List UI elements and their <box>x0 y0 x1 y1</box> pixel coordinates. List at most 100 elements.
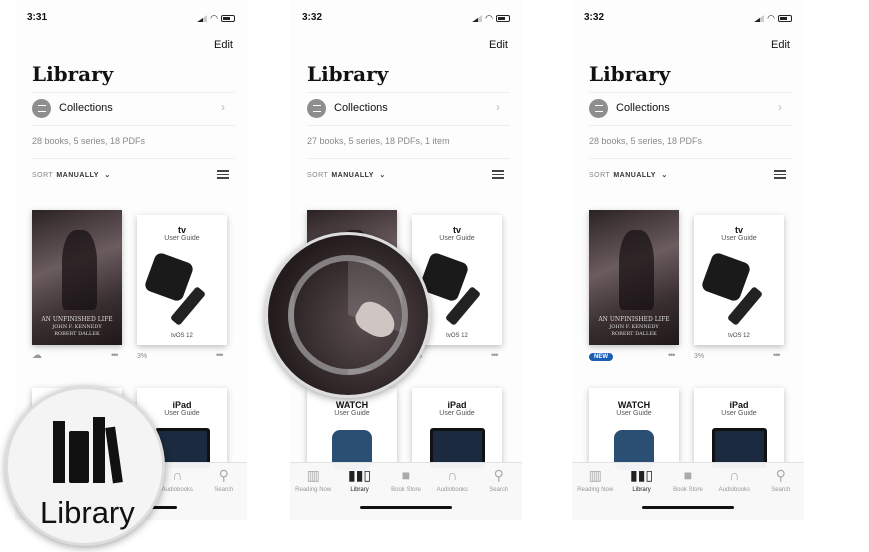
sort-control[interactable]: SORT MANUALLY ⌄ <box>589 171 668 179</box>
status-time: 3:32 <box>302 12 323 23</box>
divider <box>32 92 235 93</box>
book-brand: tv <box>452 225 461 235</box>
collections-row[interactable]: Collections <box>59 102 113 114</box>
book-brand: iPad <box>447 400 467 410</box>
book-more-button[interactable]: ••• <box>111 350 119 360</box>
sort-label: SORT <box>589 172 611 179</box>
magnifier-library-tab: Library <box>5 386 165 546</box>
battery-icon <box>496 15 510 22</box>
tab-bar: ▥ Reading Now ▮▮▯ Library ■ Book Store ∩ Aud… <box>572 462 804 520</box>
new-badge: NEW <box>589 353 613 361</box>
reading-progress: 3% <box>137 353 148 360</box>
tab-reading-now[interactable]: ▥ Reading Now <box>290 467 336 520</box>
tab-search[interactable]: ⚲ Search <box>201 467 247 520</box>
signal-icon <box>472 15 483 22</box>
book-title: User Guide <box>164 235 200 242</box>
headphones-icon: ∩ <box>447 467 458 483</box>
status-icons: ◠ <box>472 13 510 24</box>
book-brand: tv <box>734 225 743 235</box>
library-icon: ▮▮▯ <box>630 467 654 483</box>
tab-library[interactable]: ▮▮▯ Library <box>619 467 665 520</box>
tab-audiobooks[interactable]: ∩ Audiobooks <box>429 467 475 520</box>
edit-button[interactable]: Edit <box>489 39 508 51</box>
tab-label: Audiobooks <box>161 487 194 493</box>
sort-control[interactable]: SORT MANUALLY ⌄ <box>32 171 111 179</box>
tab-library[interactable]: ▮▮▯ Library <box>337 467 383 520</box>
edit-button[interactable]: Edit <box>771 39 790 51</box>
book-title: User Guide <box>616 410 652 417</box>
tab-label: Audiobooks <box>436 487 469 493</box>
phone-screen: 3:32 ◠ Edit Library Collections › 28 boo… <box>572 0 804 520</box>
tab-bar: ▥ Reading Now ▮▮▯ Library ■ Book Store ∩ Aud… <box>290 462 522 520</box>
wifi-icon: ◠ <box>485 13 493 23</box>
sort-value: MANUALLY <box>613 172 656 179</box>
collections-icon <box>589 99 608 118</box>
reading-progress: 3% <box>694 353 705 360</box>
wifi-icon: ◠ <box>767 13 775 23</box>
bag-icon: ■ <box>683 467 693 483</box>
book-subtitle: JOHN F. KENNEDY <box>609 324 659 330</box>
magnifier-label: Library <box>40 495 135 530</box>
tab-label: Search <box>489 487 509 493</box>
sort-label: SORT <box>32 172 54 179</box>
divider <box>307 92 510 93</box>
divider <box>589 158 792 159</box>
list-view-icon[interactable] <box>492 170 504 179</box>
book-brand: WATCH <box>335 400 369 410</box>
chevron-right-icon: › <box>778 100 782 114</box>
book-title: AN UNFINISHED LIFE <box>598 316 670 323</box>
sort-value: MANUALLY <box>331 172 374 179</box>
book-version: tvOS 12 <box>728 333 750 339</box>
book-title: User Guide <box>721 410 757 417</box>
book-more-button[interactable]: ••• <box>491 350 499 360</box>
home-indicator <box>642 506 734 509</box>
library-count: 27 books, 5 series, 18 PDFs, 1 item <box>307 136 450 146</box>
collections-icon <box>32 99 51 118</box>
status-time: 3:31 <box>27 12 48 23</box>
tab-book-store[interactable]: ■ Book Store <box>665 467 711 520</box>
book-brand: iPad <box>729 400 749 410</box>
tab-label: Search <box>214 487 234 493</box>
library-count: 28 books, 5 series, 18 PDFs <box>32 136 146 146</box>
status-icons: ◠ <box>197 13 235 24</box>
tab-label: Book Store <box>673 487 703 493</box>
book-apple-tv-user-guide[interactable]: tv User Guide tvOS 12 <box>694 215 784 345</box>
tab-label: Reading Now <box>577 487 614 493</box>
list-view-icon[interactable] <box>774 170 786 179</box>
tab-book-store[interactable]: ■ Book Store <box>383 467 429 520</box>
tab-search[interactable]: ⚲ Search <box>476 467 522 520</box>
book-more-button[interactable]: ••• <box>773 350 781 360</box>
book-apple-tv-user-guide[interactable]: tv User Guide tvOS 12 <box>137 215 227 345</box>
page-title: Library <box>589 62 671 86</box>
list-view-icon[interactable] <box>217 170 229 179</box>
tab-audiobooks[interactable]: ∩ Audiobooks <box>711 467 757 520</box>
edit-button[interactable]: Edit <box>214 39 233 51</box>
tab-label: Book Store <box>391 487 421 493</box>
book-open-icon: ▥ <box>588 467 602 483</box>
magnifier-download-progress <box>265 232 431 398</box>
tab-search[interactable]: ⚲ Search <box>758 467 804 520</box>
book-author: ROBERT DALLEK <box>54 331 100 337</box>
battery-icon <box>778 15 792 22</box>
book-an-unfinished-life[interactable]: AN UNFINISHED LIFEJOHN F. KENNEDYROBERT … <box>589 210 679 345</box>
book-title: User Guide <box>334 410 370 417</box>
chevron-right-icon: › <box>496 100 500 114</box>
search-icon: ⚲ <box>218 467 229 483</box>
tab-reading-now[interactable]: ▥ Reading Now <box>572 467 618 520</box>
library-icon <box>53 417 123 484</box>
book-title: AN UNFINISHED LIFE <box>41 316 113 323</box>
book-more-button[interactable]: ••• <box>216 350 224 360</box>
book-subtitle: JOHN F. KENNEDY <box>52 324 102 330</box>
book-open-icon: ▥ <box>306 467 320 483</box>
collections-row[interactable]: Collections <box>334 102 388 114</box>
book-more-button[interactable]: ••• <box>668 350 676 360</box>
book-brand: iPad <box>172 400 192 410</box>
book-an-unfinished-life[interactable]: AN UNFINISHED LIFEJOHN F. KENNEDYROBERT … <box>32 210 122 345</box>
battery-icon <box>221 15 235 22</box>
cloud-download-icon[interactable]: ☁ <box>32 350 42 361</box>
collections-icon <box>307 99 326 118</box>
sort-control[interactable]: SORT MANUALLY ⌄ <box>307 171 386 179</box>
tab-label: Library <box>632 487 651 493</box>
tab-label: Reading Now <box>295 487 332 493</box>
collections-row[interactable]: Collections <box>616 102 670 114</box>
